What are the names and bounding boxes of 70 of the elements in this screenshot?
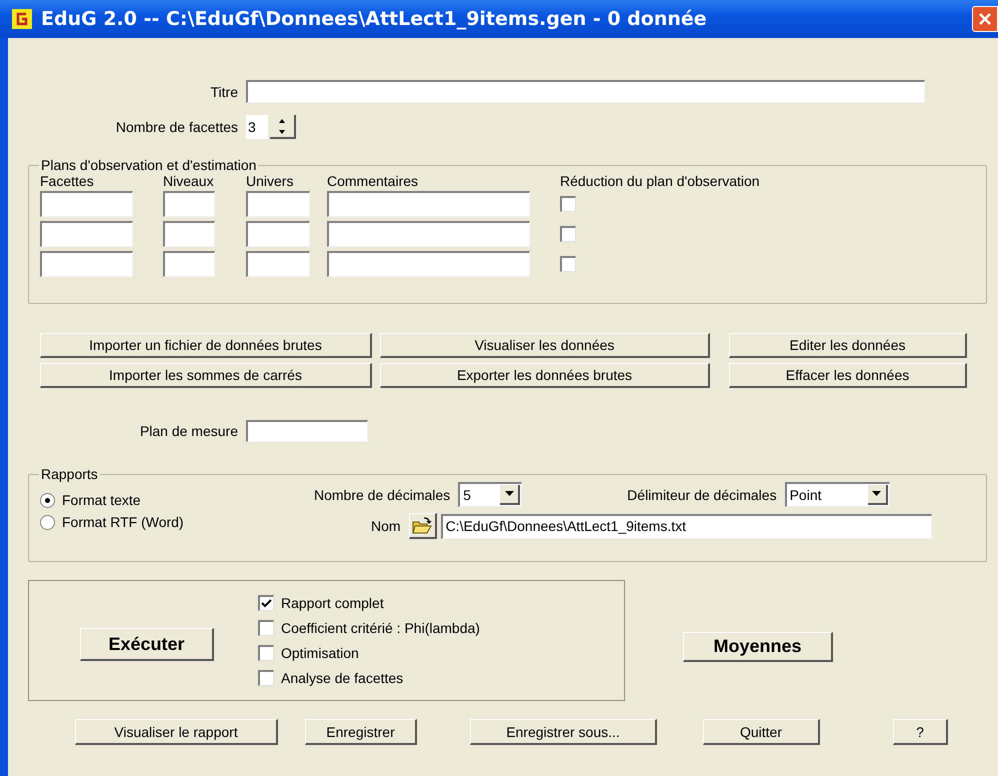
action-button[interactable]: ? <box>893 719 948 745</box>
radio-label: Format RTF (Word) <box>62 514 184 530</box>
delimiter-dropdown[interactable]: Point <box>784 482 890 507</box>
column-header: Niveaux <box>163 173 215 189</box>
action-button[interactable]: Importer un fichier de données brutes <box>40 333 372 358</box>
caret-icon <box>504 491 514 497</box>
title-field[interactable] <box>246 80 925 103</box>
action-button[interactable]: Editer les données <box>729 333 967 358</box>
close-icon <box>978 12 992 26</box>
input-field[interactable] <box>163 251 215 277</box>
up-arrow-icon <box>278 116 286 124</box>
input-field[interactable] <box>40 251 133 277</box>
checkbox-label: Rapport complet <box>281 595 384 611</box>
input-field[interactable] <box>327 191 530 217</box>
input-field[interactable] <box>163 221 215 247</box>
action-button[interactable]: Visualiser le rapport <box>75 719 278 745</box>
checkbox[interactable] <box>258 595 274 611</box>
action-button[interactable]: Enregistrer <box>305 719 417 745</box>
file-path-field[interactable]: C:\EduGf\Donnees\AttLect1_9items.txt <box>440 514 932 538</box>
browse-button[interactable] <box>408 513 437 539</box>
input-field[interactable] <box>327 251 530 277</box>
measure-plan-field[interactable] <box>246 420 368 442</box>
radio-label: Format texte <box>62 492 141 508</box>
folder-icon <box>412 516 432 534</box>
action-button[interactable]: Quitter <box>703 719 820 745</box>
column-header: Commentaires <box>327 173 420 189</box>
facet-count-label: Nombre de facettes <box>114 119 238 135</box>
checkbox-label: Coefficient critérié : Phi(lambda) <box>281 620 480 636</box>
checkbox[interactable] <box>258 670 274 686</box>
measure-plan-label: Plan de mesure <box>138 423 238 439</box>
radio-button[interactable] <box>40 492 55 508</box>
column-header: Facettes <box>40 173 95 189</box>
action-button[interactable]: Effacer les données <box>729 363 967 388</box>
decimals-dropdown[interactable]: 5 <box>458 482 522 507</box>
checkbox[interactable] <box>560 226 576 242</box>
app-icon <box>12 9 32 29</box>
execute-button[interactable]: Exécuter <box>80 628 214 661</box>
column-header: Réduction du plan d'observation <box>560 173 761 189</box>
action-button[interactable]: Importer les sommes de carrés <box>40 363 372 388</box>
input-field[interactable] <box>327 221 530 247</box>
decimals-label: Nombre de décimales <box>314 486 450 502</box>
checkbox-label: Analyse de facettes <box>281 670 404 686</box>
down-arrow-icon <box>278 128 286 136</box>
input-field[interactable] <box>246 191 310 217</box>
checkbox[interactable] <box>560 196 576 212</box>
radio-button[interactable] <box>40 514 55 530</box>
group-title: Plans d'observation et d'estimation <box>40 157 258 173</box>
checkbox[interactable] <box>560 256 576 272</box>
spinner[interactable] <box>270 115 296 139</box>
facet-count-field[interactable]: 3 <box>246 115 268 139</box>
input-field[interactable] <box>246 251 310 277</box>
column-header: Univers <box>246 173 294 189</box>
action-button[interactable]: Enregistrer sous... <box>470 719 657 745</box>
title-label: Titre <box>210 84 238 100</box>
close-button[interactable] <box>972 6 998 32</box>
checkbox-label: Optimisation <box>281 645 359 661</box>
delimiter-label: Délimiteur de décimales <box>627 486 777 502</box>
checkbox[interactable] <box>258 645 274 661</box>
means-button[interactable]: Moyennes <box>683 632 833 662</box>
window-title: EduG 2.0 -- C:\EduGf\Donnees\AttLect1_9items.gen - 0 donnée <box>41 8 707 30</box>
name-label: Nom <box>371 518 401 534</box>
checkbox[interactable] <box>258 620 274 636</box>
input-field[interactable] <box>163 191 215 217</box>
group-title: Rapports <box>40 466 99 482</box>
input-field[interactable] <box>246 221 310 247</box>
action-button[interactable]: Visualiser les données <box>380 333 710 358</box>
caret-icon <box>872 491 882 497</box>
input-field[interactable] <box>40 191 133 217</box>
input-field[interactable] <box>40 221 133 247</box>
action-button[interactable]: Exporter les données brutes <box>380 363 710 388</box>
